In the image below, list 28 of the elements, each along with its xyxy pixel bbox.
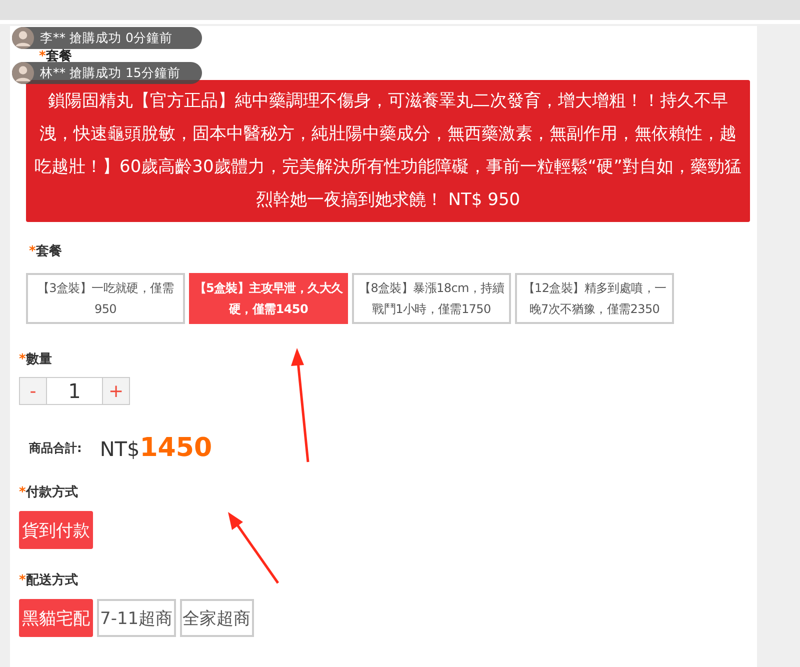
currency: NT$ bbox=[100, 437, 140, 461]
package-option[interactable]: 【3盒裝】一吃就硬，僅需950 bbox=[26, 273, 185, 324]
field-label: 套餐 bbox=[36, 244, 62, 259]
required-mark: * bbox=[19, 573, 26, 588]
package-option[interactable]: 【5盒裝】主攻早泄，久大久硬，僅需1450 bbox=[189, 273, 348, 324]
required-mark: * bbox=[39, 49, 46, 64]
required-mark: * bbox=[19, 352, 26, 367]
delivery-option[interactable]: 7-11超商 bbox=[97, 599, 176, 637]
total-label: 商品合計: bbox=[29, 440, 82, 456]
required-mark: * bbox=[29, 244, 36, 259]
quantity-field[interactable]: 1 bbox=[47, 377, 102, 405]
package-option[interactable]: 【12盒裝】精多到處噴，一晚7次不猶豫，僅需2350 bbox=[515, 273, 674, 324]
delivery-option[interactable]: 全家超商 bbox=[180, 599, 254, 637]
arrow bbox=[228, 512, 280, 584]
field-label: 配送方式 bbox=[26, 573, 78, 588]
field-label: 數量 bbox=[26, 352, 52, 367]
avatar-icon bbox=[12, 62, 34, 84]
payment-option[interactable]: 貨到付款 bbox=[19, 511, 93, 549]
toast-text: 林** 搶購成功 15分鐘前 bbox=[40, 64, 180, 82]
package-option[interactable]: 【8盒裝】暴漲18cm，持續戰鬥1小時，僅需1750 bbox=[352, 273, 511, 324]
product-title: 鎖陽固精丸【官方正品】純中藥調理不傷身，可滋養睪丸二次發育，增大增粗！！持久不早洩，快速龜頭脫敏，固本中醫秘方，純壯陽中藥成分，無西藥激素，無副作用，無依賴性，越吃越壯！】60歲高齡30歲體力，完美解決所有性功能障礙，事前一粒輕鬆“硬”對自如，藥勁猛烈幹她一夜搞到她求饒！ NT$ 950 bbox=[26, 80, 750, 222]
field-label: 套餐 bbox=[46, 49, 72, 64]
total-price: 1450 bbox=[140, 433, 212, 463]
avatar-icon bbox=[12, 27, 34, 49]
field-label: 付款方式 bbox=[26, 485, 78, 500]
toast-text: 李** 搶購成功 0分鐘前 bbox=[40, 30, 172, 46]
required-mark: * bbox=[19, 485, 26, 500]
delivery-option[interactable]: 黑貓宅配 bbox=[19, 599, 93, 637]
